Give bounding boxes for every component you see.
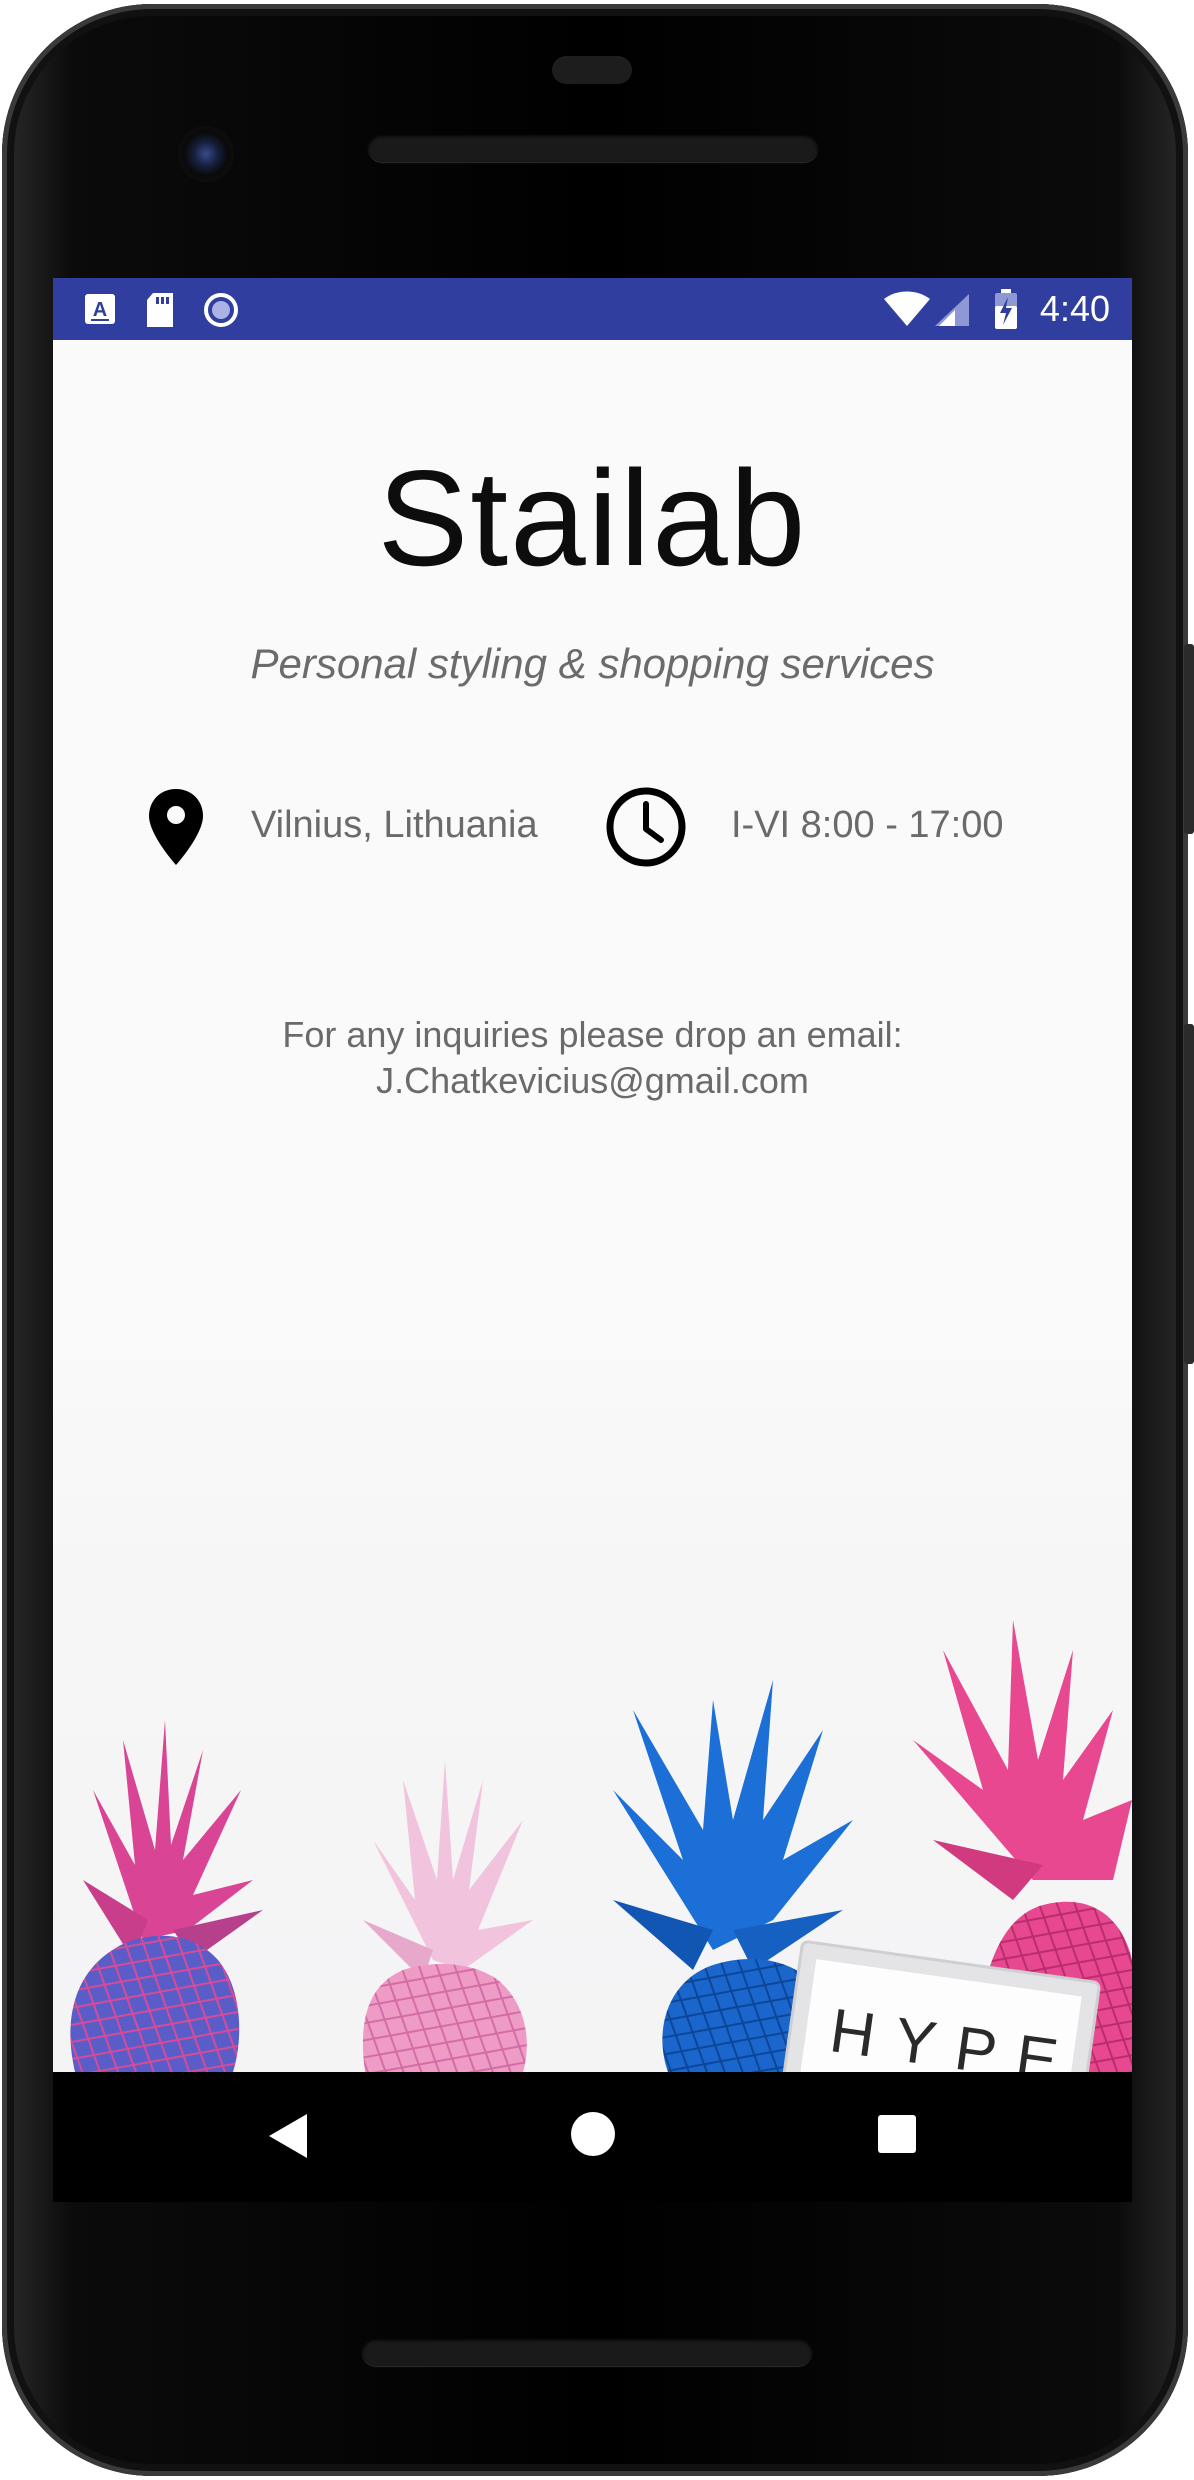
sd-card-icon <box>147 293 173 327</box>
wifi-icon <box>884 291 930 326</box>
screen: A 4:40 Stailab Personal styling & shoppi… <box>53 278 1132 2072</box>
app-title: Stailab <box>377 442 808 594</box>
bottom-speaker <box>362 2338 812 2366</box>
email-link[interactable]: J.Chatkevicius@gmail.com <box>53 1058 1132 1104</box>
signal-icon <box>935 294 969 326</box>
volume-button <box>1184 1024 1194 1364</box>
info-row: Vilnius, Lithuania I-VI 8:00 - 17:00 <box>53 782 1132 872</box>
location-pin-icon <box>149 789 203 865</box>
pineapple-left <box>70 1720 263 2072</box>
circle-notification-icon <box>204 293 238 327</box>
hero-image: HYPE <box>53 1320 1132 2072</box>
svg-text:A: A <box>93 299 107 321</box>
location-text: Vilnius, Lithuania <box>251 804 538 846</box>
navigation-bar <box>53 2072 1132 2202</box>
app-content: Stailab Personal styling & shopping serv… <box>53 340 1132 2072</box>
pineapples-illustration: HYPE <box>70 1620 1132 2072</box>
back-icon[interactable] <box>265 2110 311 2162</box>
status-bar: A 4:40 <box>53 278 1132 340</box>
clock-time: 4:40 <box>1039 288 1110 329</box>
power-button <box>1184 644 1194 834</box>
recents-icon[interactable] <box>875 2112 919 2156</box>
pineapple-pale <box>362 1760 533 2072</box>
home-icon[interactable] <box>567 2108 619 2160</box>
contact-line: For any inquiries please drop an email: <box>282 1014 903 1055</box>
proximity-sensor <box>552 56 632 84</box>
battery-charging-icon <box>995 289 1017 329</box>
clock-icon <box>606 787 686 867</box>
keyboard-a-icon: A <box>85 294 115 324</box>
contact-info: For any inquiries please drop an email: … <box>53 1012 1132 1104</box>
front-camera <box>178 126 234 182</box>
app-subtitle: Personal styling & shopping services <box>250 640 935 687</box>
top-speaker <box>368 134 818 162</box>
hours-text: I-VI 8:00 - 17:00 <box>731 804 1004 846</box>
